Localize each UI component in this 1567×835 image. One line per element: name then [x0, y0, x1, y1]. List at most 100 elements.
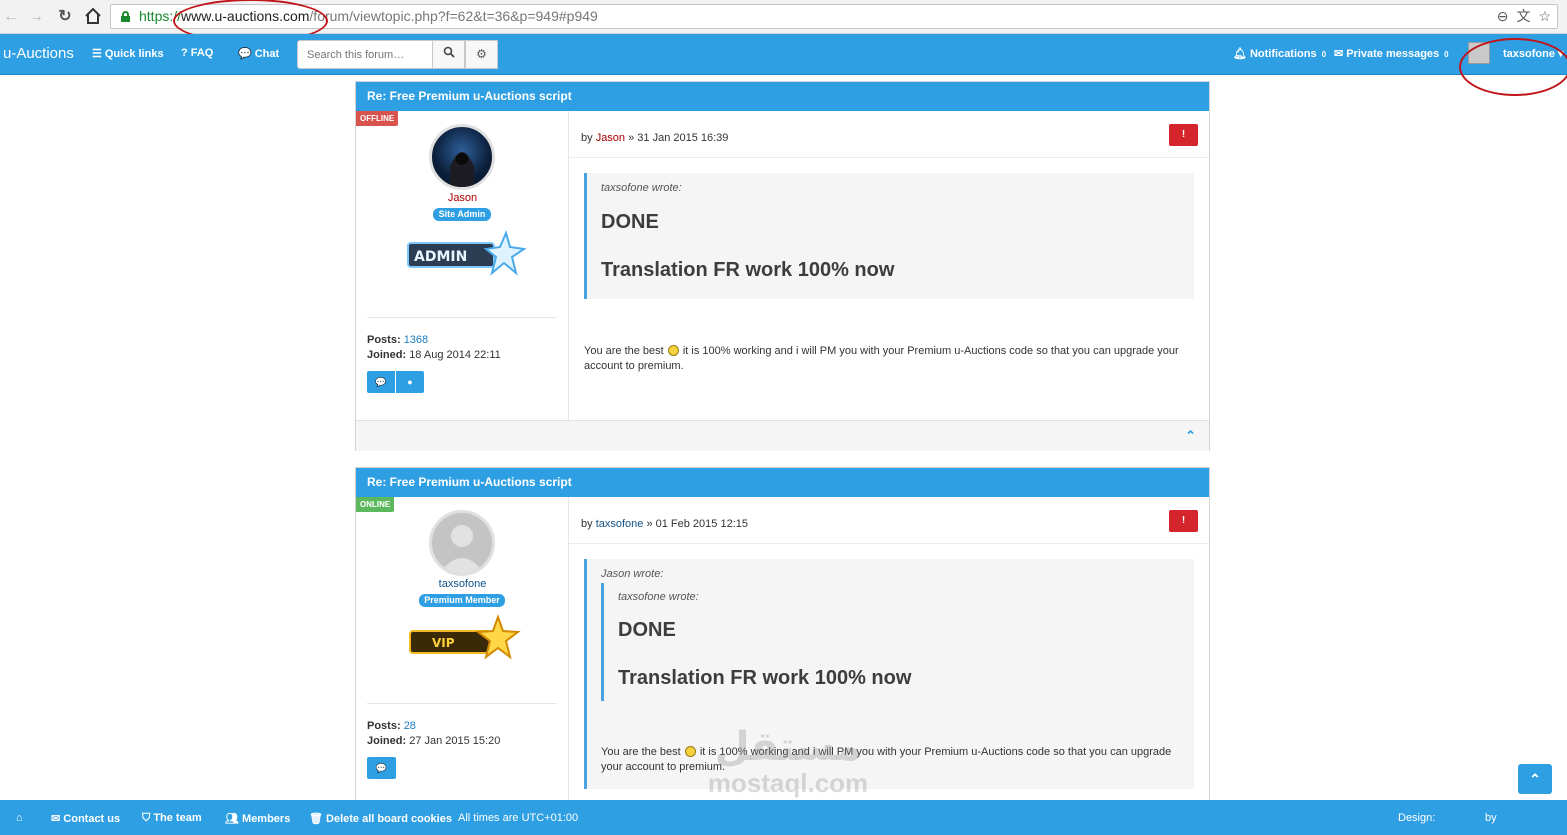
browser-toolbar: ← → ↻ https://www.u-auctions.com/forum/v… — [0, 0, 1567, 43]
avatar[interactable] — [429, 124, 495, 190]
smiley-icon — [684, 746, 696, 757]
post-body: by taxsofone » 01 Feb 2015 12:15 ! Jason… — [569, 497, 1209, 808]
delete-cookies-link[interactable]: 🗑︎ Delete all board cookies — [309, 812, 452, 825]
post-count-link[interactable]: 1368 — [404, 334, 428, 346]
home-icon: ⌂ — [16, 812, 23, 824]
post-title[interactable]: Re: Free Premium u-Auctions script — [356, 468, 1209, 497]
chat-bubble-icon: 💬 — [375, 377, 387, 387]
pm-button[interactable]: 💬 — [367, 757, 396, 779]
joined-date: Joined: 27 Jan 2015 15:20 — [367, 735, 501, 747]
site-brand[interactable]: u-Auctions — [3, 45, 74, 62]
quick-links-menu[interactable]: ☰ Quick links — [92, 47, 164, 60]
search-button[interactable] — [432, 40, 465, 69]
quote-text: Translation FR work 100% now — [618, 667, 912, 689]
star-icon[interactable]: ☆ — [1538, 8, 1551, 24]
post-count: Posts: 1368 — [367, 334, 429, 346]
members-link[interactable]: 👥︎ Members — [225, 812, 290, 825]
team-link[interactable]: ⛉ The team — [142, 812, 202, 825]
quote-cite: Jason wrote: — [601, 568, 664, 580]
report-button[interactable]: ! — [1169, 510, 1198, 532]
timezone-text: All times are UTC+01:00 — [458, 812, 579, 824]
contact-link[interactable]: ✉ Contact us — [51, 812, 120, 825]
rank-badge: Premium Member — [419, 594, 505, 607]
post-count-link[interactable]: 28 — [404, 720, 416, 732]
profile-divider — [367, 703, 557, 704]
svg-text:VIP: VIP — [432, 636, 455, 650]
home-icon[interactable] — [83, 7, 103, 27]
post-footer: ⌃ — [356, 420, 1209, 451]
post-byline: by taxsofone » 01 Feb 2015 12:15 — [581, 518, 748, 530]
notifications-count: 0 — [1321, 50, 1327, 59]
profile-divider — [367, 317, 557, 318]
faq-link[interactable]: ? FAQ — [181, 47, 213, 59]
forward-arrow-icon[interactable]: → — [26, 7, 46, 27]
quote-text: Translation FR work 100% now — [601, 259, 895, 281]
post-profile: taxsofone Premium Member VIP Posts: 28 J… — [356, 497, 569, 808]
notifications-link[interactable]: 🔔︎ Notifications 0 — [1233, 47, 1326, 60]
vip-rank-image: VIP — [406, 613, 526, 665]
chevron-up-icon: ⌃ — [1529, 771, 1541, 787]
chat-icon: 💬 — [238, 48, 252, 60]
byline-author[interactable]: Jason — [596, 132, 625, 144]
back-arrow-icon[interactable]: ← — [1, 7, 21, 27]
users-icon: 👥︎ — [225, 813, 239, 825]
advanced-search-button[interactable]: ⚙ — [465, 40, 498, 69]
quoted-post-text: You are the best it is 100% working and … — [601, 746, 1172, 773]
private-messages-count: 0 — [1444, 50, 1449, 59]
post-count: Posts: 28 — [367, 720, 416, 732]
post-body: by Jason » 31 Jan 2015 16:39 ! taxsofone… — [569, 111, 1209, 420]
nested-quote: taxsofone wrote: DONE Translation FR wor… — [601, 583, 1191, 701]
caret-down-icon: ▾ — [1558, 48, 1564, 60]
post-author[interactable]: taxsofone — [356, 578, 569, 590]
design-label: Design: — [1398, 812, 1436, 824]
byline-author[interactable]: taxsofone — [596, 518, 644, 530]
quote-heading: DONE — [618, 619, 676, 641]
nested-quote-cite: taxsofone wrote: — [618, 591, 699, 603]
search-icon — [443, 46, 455, 58]
reload-icon[interactable]: ↻ — [55, 7, 75, 27]
post-title[interactable]: Re: Free Premium u-Auctions script — [356, 82, 1209, 111]
shield-icon: ⛉ — [142, 812, 151, 824]
trash-icon: 🗑︎ — [309, 813, 323, 825]
user-menu[interactable]: taxsofone ▾ — [1503, 47, 1564, 60]
design-by-label: by — [1485, 812, 1497, 824]
post-profile: Jason Site Admin ADMIN Posts: 1368 Joine… — [356, 111, 569, 420]
home-link[interactable]: ⌂ — [16, 812, 23, 824]
user-avatar[interactable] — [1468, 42, 1490, 64]
chat-link[interactable]: 💬 Chat — [238, 47, 279, 60]
rank-badge: Site Admin — [433, 208, 491, 221]
post-author[interactable]: Jason — [356, 192, 569, 204]
report-button[interactable]: ! — [1169, 124, 1198, 146]
footer-bar: ⌂ ✉ Contact us ⛉ The team 👥︎ Members 🗑︎ … — [0, 800, 1567, 835]
menu-icon: ☰ — [92, 48, 102, 60]
globe-icon: ● — [407, 377, 413, 387]
website-button[interactable]: ● — [396, 371, 424, 393]
forum-search: ⚙ — [297, 40, 498, 69]
bell-icon: 🔔︎ — [1233, 48, 1247, 60]
search-input[interactable] — [297, 40, 433, 69]
post-text: You are the best it is 100% working and … — [584, 345, 1179, 372]
post-byline: by Jason » 31 Jan 2015 16:39 — [581, 132, 729, 144]
chevron-up-icon[interactable]: ⌃ — [1185, 428, 1196, 444]
address-bar[interactable]: https://www.u-auctions.com/forum/viewtop… — [110, 4, 1558, 29]
smiley-icon — [667, 345, 679, 356]
post-card: Re: Free Premium u-Auctions script ONLIN… — [355, 467, 1210, 808]
envelope-icon: ✉ — [51, 813, 61, 825]
admin-rank-image: ADMIN — [406, 229, 527, 281]
lock-icon — [121, 11, 130, 22]
translate-icon[interactable]: 文 — [1516, 8, 1530, 24]
quote-cite: taxsofone wrote: — [601, 182, 682, 194]
svg-text:ADMIN: ADMIN — [414, 249, 467, 265]
quote-block: taxsofone wrote: DONE Translation FR wor… — [584, 173, 1194, 299]
post-divider — [569, 543, 1209, 544]
zoom-icon[interactable]: ⊖ — [1497, 8, 1509, 24]
private-messages-link[interactable]: ✉ Private messages 0 — [1334, 47, 1449, 60]
quote-heading: DONE — [601, 211, 659, 233]
avatar[interactable] — [429, 510, 495, 576]
question-icon: ? — [181, 47, 188, 59]
joined-date: Joined: 18 Aug 2014 22:11 — [367, 349, 501, 361]
post-card: Re: Free Premium u-Auctions script OFFLI… — [355, 81, 1210, 451]
envelope-icon: ✉ — [1334, 48, 1344, 60]
back-to-top-button[interactable]: ⌃ — [1518, 764, 1552, 794]
pm-button[interactable]: 💬 — [367, 371, 395, 393]
